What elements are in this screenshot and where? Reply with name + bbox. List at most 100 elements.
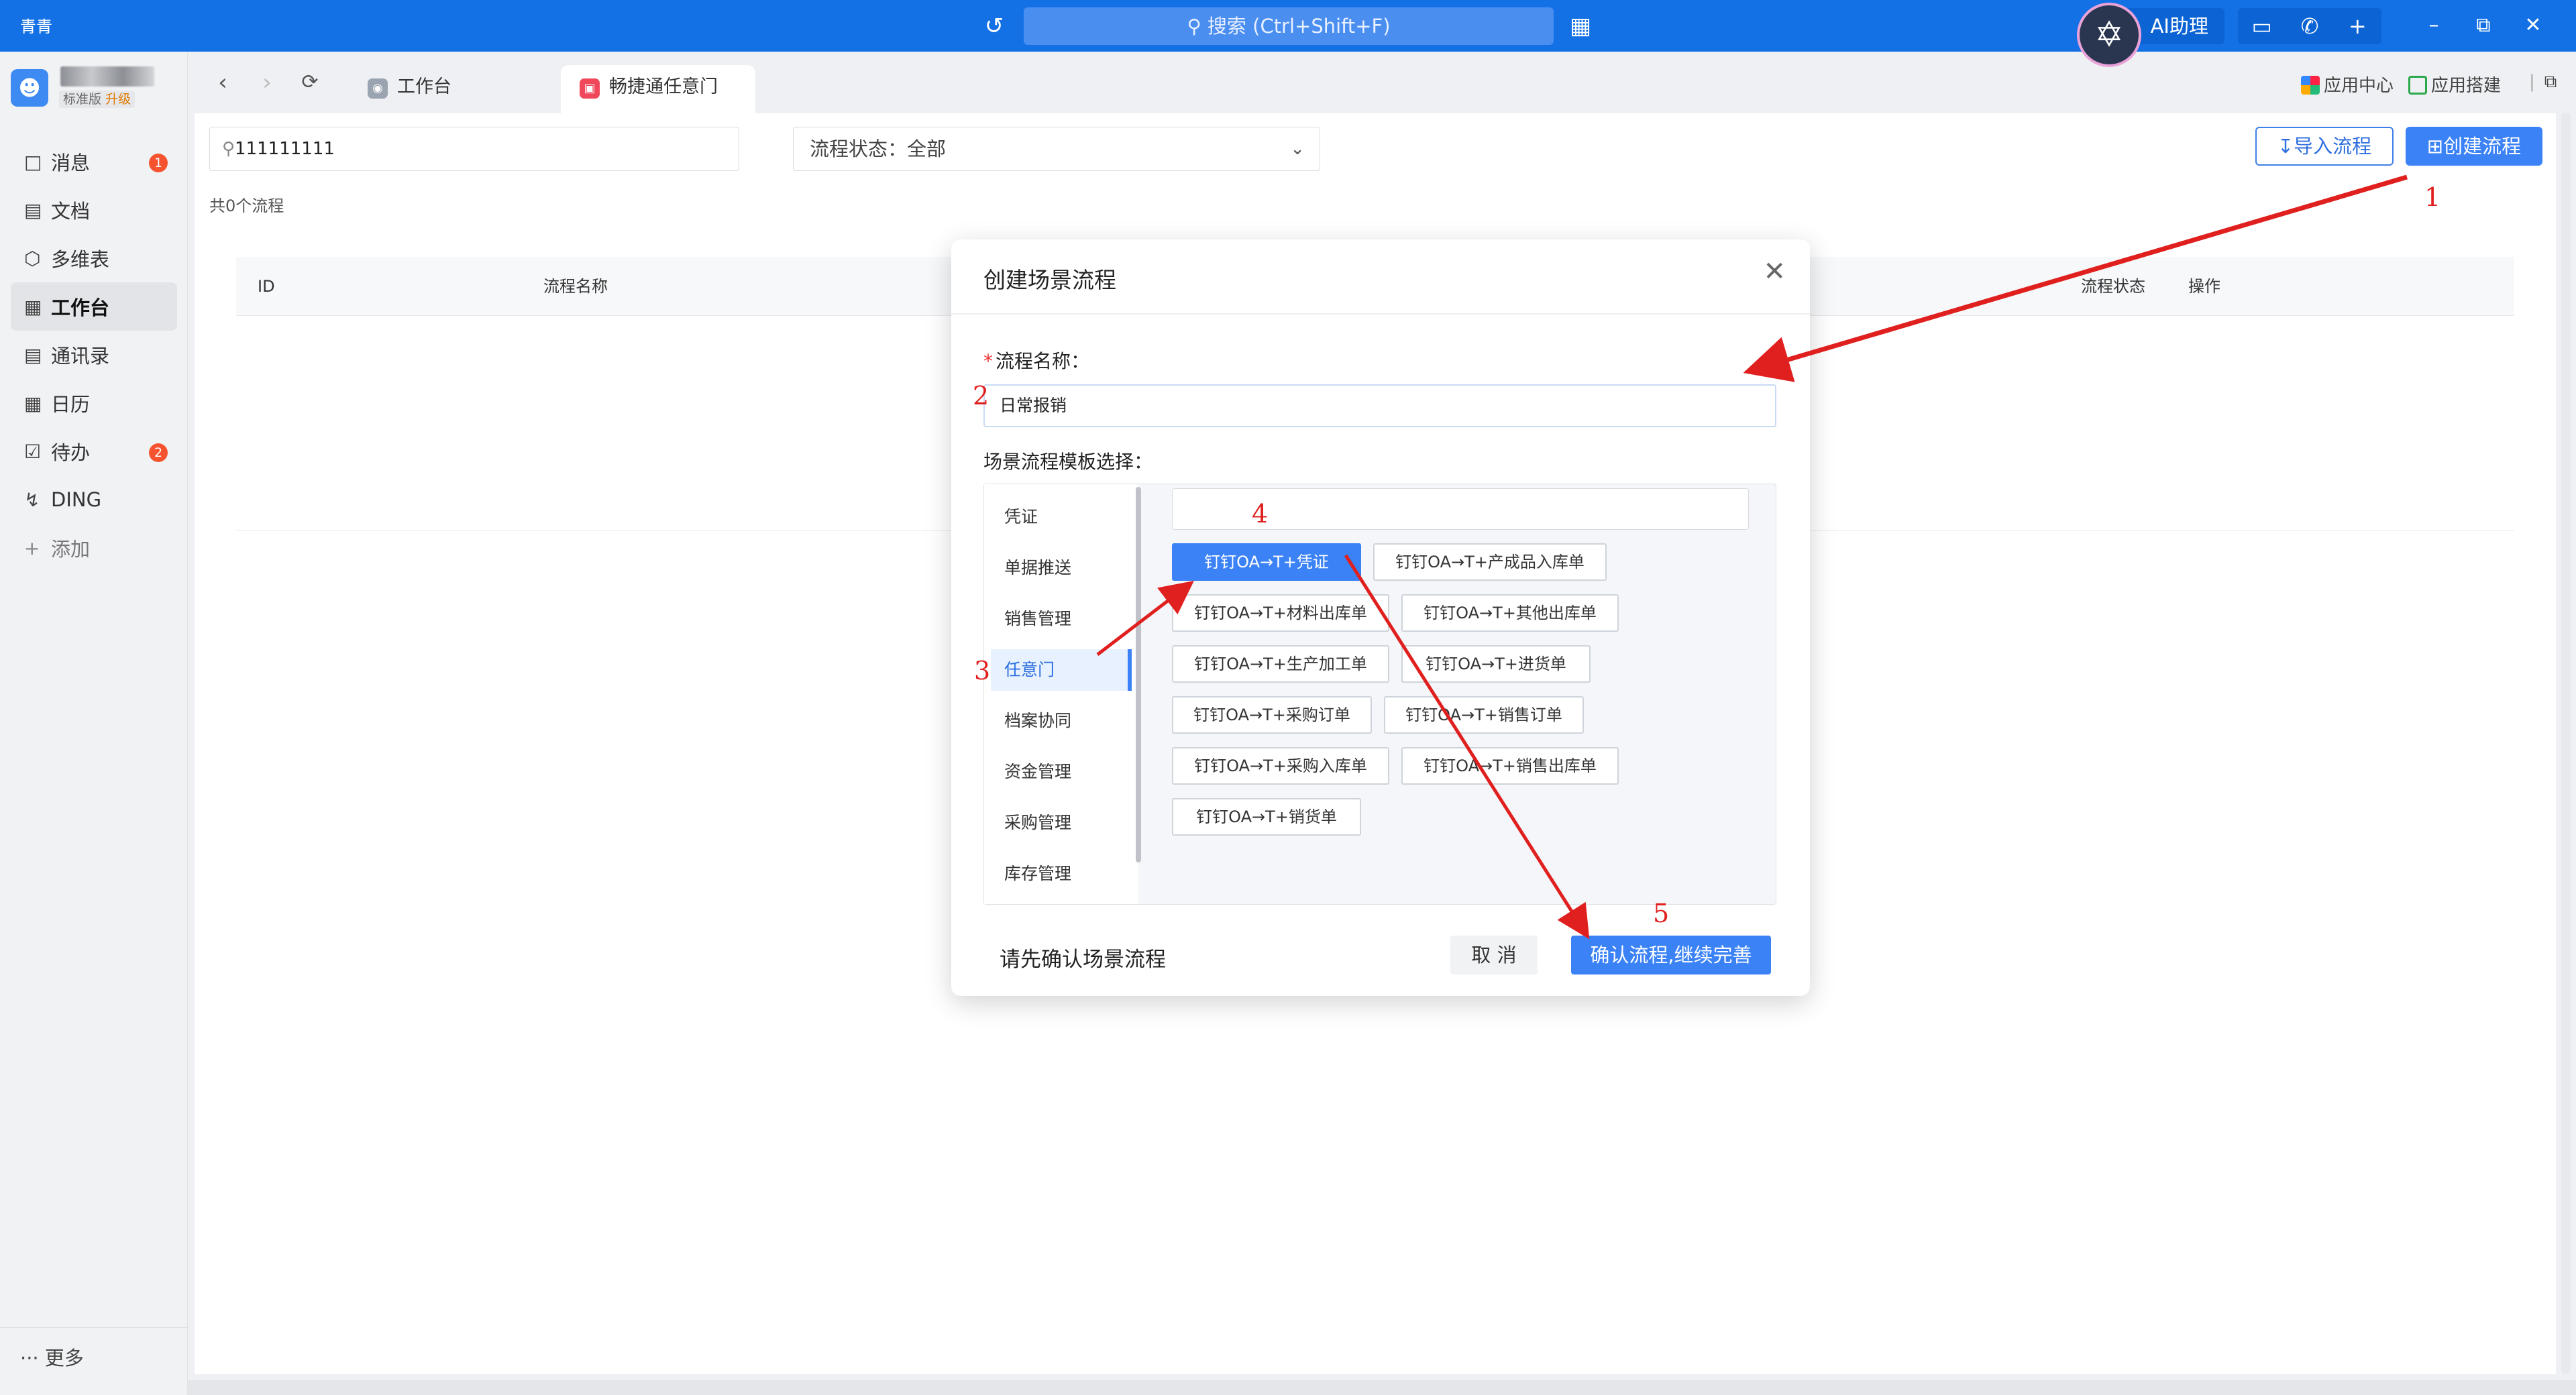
- sidebar-item-workbench[interactable]: ▦ 工作台: [11, 282, 177, 331]
- sidebar-item-docs[interactable]: ▤ 文档: [11, 186, 177, 234]
- app-tab-icon: ▣: [580, 78, 600, 99]
- create-flow-button[interactable]: ⊞创建流程: [2406, 127, 2542, 166]
- category-item[interactable]: 单据推送: [991, 547, 1132, 589]
- sidebar: ☻ 标准版 升级 □ 消息 1 ▤ 文档 ⬡ 多维表 ▦ 工作台 ▤ 通讯录 ▦…: [0, 52, 188, 1395]
- sidebar-item-label: 消息: [51, 152, 91, 174]
- more-label: 更多: [44, 1347, 84, 1370]
- sidebar-more-button[interactable]: ··· 更多: [20, 1343, 84, 1371]
- forward-icon[interactable]: ›: [252, 68, 282, 97]
- history-icon[interactable]: ↺: [979, 11, 1009, 41]
- annotation-number-2: 2: [973, 381, 989, 410]
- annotation-number-4: 4: [1252, 499, 1269, 528]
- category-scrollbar[interactable]: [1136, 487, 1141, 862]
- app-build-icon: [2408, 76, 2427, 95]
- dialog-title: 创建场景流程: [983, 267, 1116, 293]
- refresh-icon[interactable]: ⟳: [295, 68, 325, 97]
- page-horizontal-scrollbar[interactable]: [188, 1380, 2576, 1395]
- minimize-icon[interactable]: –: [2418, 9, 2450, 42]
- unread-badge: 1: [149, 154, 168, 172]
- org-logo-icon[interactable]: ☻: [11, 69, 48, 107]
- template-tag[interactable]: 钉钉OA→T+采购订单: [1172, 696, 1372, 734]
- template-label: 场景流程模板选择：: [983, 451, 1153, 473]
- template-tag[interactable]: 钉钉OA→T+其他出库单: [1401, 594, 1619, 632]
- status-filter-select[interactable]: 流程状态：全部 ⌄: [793, 127, 1320, 171]
- category-item-selected[interactable]: 任意门: [991, 649, 1132, 691]
- template-tag[interactable]: 钉钉OA→T+销售出库单: [1401, 747, 1619, 785]
- sidebar-item-calendar[interactable]: ▦ 日历: [11, 379, 177, 427]
- app-center-link[interactable]: 应用中心: [2301, 72, 2394, 97]
- cancel-button[interactable]: 取 消: [1450, 936, 1538, 974]
- open-external-icon[interactable]: ⧉: [2536, 72, 2565, 93]
- ai-assistant-avatar-icon[interactable]: ✡: [2077, 3, 2141, 67]
- contacts-icon: ▤: [24, 343, 42, 366]
- category-item[interactable]: 档案协同: [991, 700, 1132, 742]
- apps-grid-icon[interactable]: ▦: [1566, 11, 1595, 41]
- app-build-link[interactable]: 应用搭建: [2408, 72, 2501, 97]
- close-icon[interactable]: ✕: [1763, 258, 1786, 285]
- annotation-number-3: 3: [974, 656, 991, 685]
- table-icon: ⬡: [24, 247, 41, 270]
- phone-icon[interactable]: ✆: [2291, 13, 2328, 39]
- dialog-divider: [951, 313, 1810, 315]
- close-window-icon[interactable]: ✕: [2517, 9, 2549, 42]
- template-tag[interactable]: 钉钉OA→T+销货单: [1172, 798, 1361, 836]
- document-icon: ▤: [24, 199, 42, 221]
- sidebar-item-label: 工作台: [51, 296, 110, 319]
- sidebar-item-label: 待办: [51, 441, 91, 464]
- category-item[interactable]: 凭证: [991, 496, 1132, 538]
- calendar-icon: ▦: [24, 392, 42, 414]
- plus-icon: +: [24, 537, 40, 559]
- template-tag[interactable]: 钉钉OA→T+进货单: [1401, 645, 1591, 683]
- workbench-tab-icon: ◉: [368, 78, 388, 99]
- chevron-down-icon: ⌄: [1290, 139, 1305, 159]
- sidebar-item-todo[interactable]: ☑ 待办 2: [11, 427, 177, 476]
- column-id: ID: [258, 277, 275, 296]
- back-icon[interactable]: ‹: [208, 68, 237, 97]
- template-tag[interactable]: 钉钉OA→T+采购入库单: [1172, 747, 1389, 785]
- sidebar-item-contacts[interactable]: ▤ 通讯录: [11, 331, 177, 379]
- flow-name-label: * 流程名称：: [983, 350, 1090, 372]
- import-flow-button[interactable]: ↧导入流程: [2255, 127, 2394, 166]
- template-tag[interactable]: 钉钉OA→T+产成品入库单: [1373, 543, 1607, 581]
- tab-label: 工作台: [397, 76, 451, 97]
- flow-count: 共0个流程: [209, 197, 284, 215]
- tab-bar: ‹ › ⟳ ◉ 工作台 ▣ 畅捷通任意门 应用中心 应用搭建 | ⧉: [188, 52, 2576, 113]
- search-value: 111111111: [235, 139, 335, 159]
- category-item[interactable]: 资金管理: [991, 751, 1132, 793]
- restore-icon[interactable]: ⧉: [2467, 9, 2500, 42]
- confirm-continue-button[interactable]: 确认流程,继续完善: [1571, 936, 1771, 974]
- add-icon[interactable]: +: [2339, 13, 2376, 39]
- category-item[interactable]: 销售管理: [991, 598, 1132, 640]
- search-icon: ⚲: [222, 139, 235, 159]
- tab-changjietong[interactable]: ▣ 畅捷通任意门: [561, 65, 755, 113]
- flow-search-input[interactable]: ⚲111111111: [209, 127, 739, 171]
- org-name-blurred: [60, 66, 154, 87]
- search-icon: ⚲: [1187, 15, 1208, 38]
- tab-workbench[interactable]: ◉ 工作台: [349, 65, 537, 113]
- category-item[interactable]: 库存管理: [991, 853, 1132, 895]
- app-name: 青青: [20, 17, 52, 36]
- sidebar-item-tables[interactable]: ⬡ 多维表: [11, 234, 177, 282]
- template-tag-selected[interactable]: 钉钉OA→T+凭证: [1172, 543, 1361, 581]
- ai-assistant-label: AI助理: [2150, 15, 2208, 38]
- download-icon: ↧: [2277, 135, 2294, 158]
- status-filter-value: 流程状态：全部: [810, 137, 947, 160]
- template-picker: 凭证 单据推送 销售管理 任意门 档案协同 资金管理 采购管理 库存管理 钉钉O…: [983, 484, 1776, 905]
- app-center-icon: [2301, 76, 2320, 95]
- template-tag[interactable]: 钉钉OA→T+材料出库单: [1172, 594, 1389, 632]
- sidebar-item-ding[interactable]: ↯ DING: [11, 476, 177, 524]
- tab-separator: |: [2529, 72, 2535, 92]
- global-search-input[interactable]: ⚲ 搜索 (Ctrl+Shift+F): [1024, 7, 1554, 45]
- flow-name-input[interactable]: 日常报销: [983, 384, 1776, 427]
- sidebar-item-add[interactable]: + 添加: [11, 524, 177, 572]
- template-tag[interactable]: 钉钉OA→T+生产加工单: [1172, 645, 1389, 683]
- screen-share-icon[interactable]: ▭: [2243, 13, 2281, 39]
- category-item[interactable]: 采购管理: [991, 802, 1132, 844]
- topbar-tools: ▭ ✆ +: [2238, 8, 2381, 44]
- upgrade-link[interactable]: 升级: [105, 92, 131, 107]
- sidebar-item-messages[interactable]: □ 消息 1: [11, 137, 177, 186]
- page-vertical-scrollbar[interactable]: [2561, 113, 2571, 1374]
- todo-badge: 2: [149, 443, 168, 462]
- template-tag[interactable]: 钉钉OA→T+销售订单: [1384, 696, 1584, 734]
- tab-label: 畅捷通任意门: [609, 76, 718, 97]
